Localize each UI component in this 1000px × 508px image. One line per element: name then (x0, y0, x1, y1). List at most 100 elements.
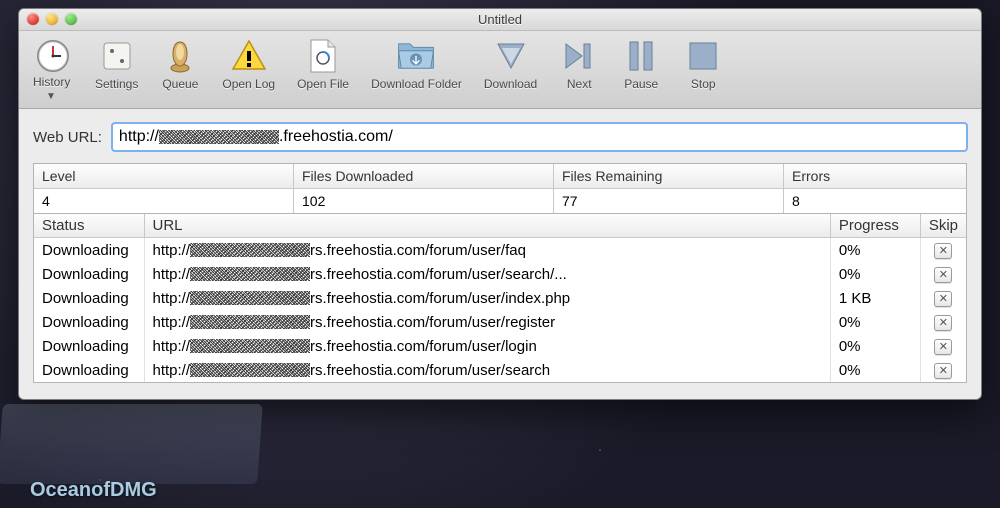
queue-button[interactable]: Queue (160, 37, 200, 102)
cell-skip: ✕ (920, 238, 966, 263)
pause-label: Pause (624, 77, 658, 91)
cell-skip: ✕ (920, 358, 966, 382)
openlog-button[interactable]: Open Log (222, 37, 275, 102)
url-input[interactable]: http:// .freehostia.com/ (112, 123, 967, 151)
next-label: Next (567, 77, 592, 91)
skip-button[interactable]: ✕ (934, 363, 952, 379)
col-skip[interactable]: Skip (920, 214, 966, 238)
url-row: Web URL: http:// .freehostia.com/ (33, 123, 967, 151)
cell-skip: ✕ (920, 310, 966, 334)
background-dock (0, 404, 263, 484)
skip-button[interactable]: ✕ (934, 339, 952, 355)
download-button[interactable]: Download (484, 37, 537, 102)
cell-url: http://rs.freehostia.com/forum/user/regi… (144, 310, 830, 334)
skip-button[interactable]: ✕ (934, 243, 952, 259)
folder-icon (396, 37, 436, 75)
cell-status: Downloading (34, 358, 144, 382)
settings-label: Settings (95, 77, 138, 91)
zoom-button[interactable] (65, 13, 77, 25)
history-label: History (33, 75, 73, 89)
watermark-text: OceanofDMG (30, 479, 157, 502)
cell-url: http://rs.freehostia.com/forum/user/sear… (144, 262, 830, 286)
cell-url: http://rs.freehostia.com/forum/user/sear… (144, 358, 830, 382)
switch-icon (97, 37, 137, 75)
queue-label: Queue (162, 77, 198, 91)
stats-value-level: 4 (34, 189, 294, 213)
cell-skip: ✕ (920, 262, 966, 286)
table-row[interactable]: Downloadinghttp://rs.freehostia.com/foru… (34, 310, 966, 334)
cell-progress: 0% (830, 262, 920, 286)
col-progress[interactable]: Progress (830, 214, 920, 238)
cell-url: http://rs.freehostia.com/forum/user/inde… (144, 286, 830, 310)
cell-progress: 0% (830, 334, 920, 358)
skip-button[interactable]: ✕ (934, 315, 952, 331)
obscured-text (190, 315, 310, 329)
history-button[interactable]: History ▼ (33, 37, 73, 102)
next-icon (559, 37, 599, 75)
skip-button[interactable]: ✕ (934, 291, 952, 307)
col-status[interactable]: Status (34, 214, 144, 238)
obscured-text (190, 339, 310, 353)
toolbar: History ▼ Settings Queue Open Log (19, 31, 981, 109)
col-url[interactable]: URL (144, 214, 830, 238)
download-icon (491, 37, 531, 75)
obscured-text (190, 291, 310, 305)
cell-status: Downloading (34, 286, 144, 310)
queue-icon (160, 37, 200, 75)
table-row[interactable]: Downloadinghttp://rs.freehostia.com/foru… (34, 334, 966, 358)
cell-status: Downloading (34, 334, 144, 358)
stats-header-filesrem[interactable]: Files Remaining (554, 164, 784, 189)
openlog-label: Open Log (222, 77, 275, 91)
url-suffix: .freehostia.com/ (279, 128, 393, 146)
pause-button[interactable]: Pause (621, 37, 661, 102)
table-row[interactable]: Downloadinghttp://rs.freehostia.com/foru… (34, 286, 966, 310)
content-area: Web URL: http:// .freehostia.com/ Level … (19, 109, 981, 399)
openfile-label: Open File (297, 77, 349, 91)
clock-icon (33, 37, 73, 75)
cell-skip: ✕ (920, 286, 966, 310)
stop-label: Stop (691, 77, 716, 91)
next-button[interactable]: Next (559, 37, 599, 102)
stop-button[interactable]: Stop (683, 37, 723, 102)
openfile-button[interactable]: Open File (297, 37, 349, 102)
file-icon (303, 37, 343, 75)
url-prefix: http:// (119, 128, 159, 146)
table-row[interactable]: Downloadinghttp://rs.freehostia.com/foru… (34, 262, 966, 286)
settings-button[interactable]: Settings (95, 37, 138, 102)
traffic-lights (27, 13, 77, 25)
cell-url: http://rs.freehostia.com/forum/user/faq (144, 238, 830, 263)
obscured-text (190, 243, 310, 257)
table-row[interactable]: Downloadinghttp://rs.freehostia.com/foru… (34, 358, 966, 382)
stop-icon (683, 37, 723, 75)
download-folder-button[interactable]: Download Folder (371, 37, 462, 102)
minimize-button[interactable] (46, 13, 58, 25)
titlebar[interactable]: Untitled (19, 9, 981, 31)
skip-button[interactable]: ✕ (934, 267, 952, 283)
cell-status: Downloading (34, 262, 144, 286)
window-title: Untitled (478, 12, 522, 27)
close-button[interactable] (27, 13, 39, 25)
stats-table: Level Files Downloaded Files Remaining E… (33, 163, 967, 214)
app-window: Untitled History ▼ Settings Queue (18, 8, 982, 400)
url-label: Web URL: (33, 129, 102, 146)
warning-icon (229, 37, 269, 75)
stats-value-filesrem: 77 (554, 189, 784, 213)
cell-status: Downloading (34, 310, 144, 334)
cell-status: Downloading (34, 238, 144, 263)
download-label: Download (484, 77, 537, 91)
download-folder-label: Download Folder (371, 77, 462, 91)
stats-header-filesdl[interactable]: Files Downloaded (294, 164, 554, 189)
pause-icon (621, 37, 661, 75)
obscured-text (190, 267, 310, 281)
stats-value-filesdl: 102 (294, 189, 554, 213)
stats-value-errors: 8 (784, 189, 966, 213)
table-row[interactable]: Downloadinghttp://rs.freehostia.com/foru… (34, 238, 966, 263)
stats-header-errors[interactable]: Errors (784, 164, 966, 189)
stats-header-level[interactable]: Level (34, 164, 294, 189)
obscured-text (159, 130, 279, 144)
chevron-down-icon[interactable]: ▼ (46, 91, 56, 102)
downloads-table: Status URL Progress Skip Downloadinghttp… (33, 214, 967, 383)
obscured-text (190, 363, 310, 377)
cell-skip: ✕ (920, 334, 966, 358)
cell-progress: 1 KB (830, 286, 920, 310)
